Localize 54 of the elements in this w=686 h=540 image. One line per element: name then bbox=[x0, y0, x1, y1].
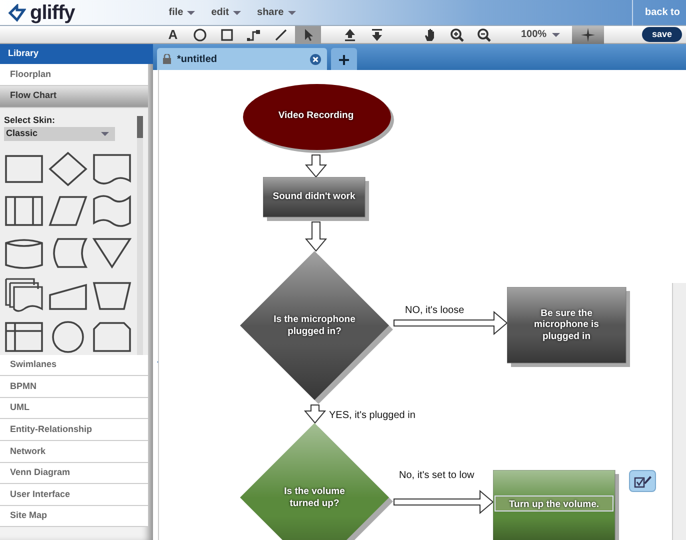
block-arrow[interactable] bbox=[304, 404, 326, 424]
library-category[interactable]: Floorplan bbox=[0, 64, 148, 86]
close-icon[interactable] bbox=[310, 54, 321, 64]
edge-label: NO, it's loose bbox=[405, 304, 464, 318]
caret-icon bbox=[288, 10, 296, 14]
library-category[interactable]: Swimlanes bbox=[0, 354, 148, 376]
edge-label: No, it's set to low bbox=[399, 469, 474, 483]
skin-label: Select Skin: bbox=[4, 114, 56, 127]
text-tool[interactable]: A bbox=[160, 26, 186, 44]
library-category[interactable]: Site Map bbox=[0, 506, 148, 528]
library-category[interactable]: Network bbox=[0, 440, 148, 463]
edge-label: YES, it's plugged in bbox=[329, 409, 416, 423]
library-category[interactable]: UML bbox=[0, 398, 148, 420]
rectangle-icon bbox=[220, 28, 234, 42]
internal-grid-shape-icon[interactable] bbox=[4, 319, 44, 355]
caret-icon bbox=[101, 132, 109, 136]
app-logo[interactable]: gliffy bbox=[0, 2, 75, 22]
scrollbar[interactable] bbox=[137, 116, 143, 355]
triangle-shape-icon[interactable] bbox=[92, 235, 132, 272]
block-arrow[interactable] bbox=[304, 154, 328, 178]
cut-corner-shape-icon[interactable] bbox=[92, 319, 132, 355]
tab-title: *untitled bbox=[177, 52, 218, 66]
ellipse-icon bbox=[193, 28, 207, 42]
plus-icon bbox=[339, 54, 349, 65]
edit-button[interactable] bbox=[629, 470, 656, 492]
block-arrow[interactable] bbox=[304, 222, 328, 252]
lock-icon bbox=[163, 54, 171, 64]
pointer-tool[interactable] bbox=[295, 26, 321, 44]
library-category[interactable]: Flow Chart bbox=[0, 86, 148, 108]
skin-select[interactable]: Classic bbox=[4, 127, 115, 142]
tape-shape-icon[interactable] bbox=[92, 193, 132, 230]
library-category[interactable]: Venn Diagram bbox=[0, 462, 148, 484]
library-category[interactable]: Entity-Relationship bbox=[0, 419, 148, 441]
library-category[interactable]: BPMN bbox=[0, 376, 148, 398]
diamond-shape-icon[interactable] bbox=[48, 151, 88, 188]
document-tab[interactable]: *untitled bbox=[157, 48, 327, 70]
connector-icon bbox=[247, 28, 261, 42]
menu-item[interactable]: share bbox=[257, 5, 296, 20]
zoom-select[interactable]: 100% bbox=[513, 27, 568, 42]
caret-icon bbox=[187, 10, 196, 14]
save-button[interactable]: save bbox=[642, 26, 682, 42]
menu-item[interactable]: file bbox=[168, 5, 196, 20]
block-arrow[interactable] bbox=[394, 490, 494, 514]
menu-item[interactable]: edit bbox=[211, 5, 242, 20]
library-header: Library bbox=[0, 44, 153, 64]
snap-grid-button[interactable] bbox=[572, 26, 604, 44]
caret-icon bbox=[233, 10, 242, 14]
library-category[interactable]: User Interface bbox=[0, 484, 148, 506]
multi-document-shape-icon[interactable] bbox=[4, 277, 44, 314]
new-tab-button[interactable] bbox=[331, 48, 357, 70]
edit-icon bbox=[634, 474, 652, 488]
crosshair-icon bbox=[580, 28, 595, 42]
document-shape-icon[interactable] bbox=[92, 151, 132, 188]
line-icon bbox=[274, 28, 288, 42]
